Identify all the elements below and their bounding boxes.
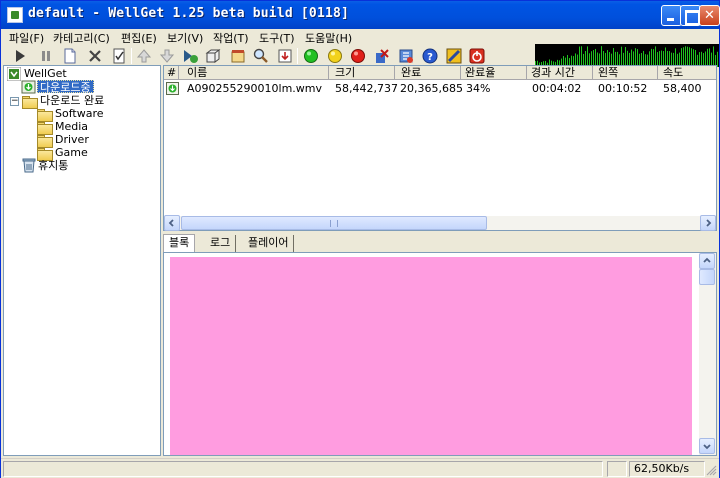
column-header-percent[interactable]: 완료율 bbox=[461, 66, 527, 80]
status-bar: 62,50Kb/s bbox=[1, 458, 719, 478]
app-icon bbox=[7, 7, 23, 23]
column-header-name[interactable]: 이름 bbox=[179, 66, 329, 80]
arrow-right-icon bbox=[706, 219, 712, 227]
tree-expand-toggle[interactable]: − bbox=[10, 97, 19, 106]
recycle-bin-icon bbox=[22, 158, 36, 173]
help-icon[interactable]: ? bbox=[421, 47, 439, 65]
category-tree: WellGet 다운로드중 − 다운로드 완료 Software Media D… bbox=[3, 65, 161, 456]
start-all-icon[interactable] bbox=[181, 47, 199, 65]
tab-player[interactable]: 플레이어 bbox=[243, 235, 295, 252]
table-row[interactable]: A090255290010lm.wmv 58,442,737 20,365,68… bbox=[164, 81, 716, 96]
menu-tools[interactable]: 도구(T) bbox=[259, 30, 295, 46]
tree-item-downloading[interactable]: 다운로드중 bbox=[37, 80, 94, 94]
downloading-icon bbox=[21, 80, 36, 94]
delete-icon[interactable] bbox=[86, 47, 104, 65]
properties-icon[interactable] bbox=[110, 47, 128, 65]
resize-grip-icon[interactable] bbox=[705, 464, 717, 476]
folder-icon bbox=[22, 96, 38, 109]
folder-icon bbox=[37, 122, 53, 135]
tree-item-trash[interactable]: 휴지통 bbox=[38, 159, 68, 172]
row-speed: 58,400 bbox=[663, 82, 702, 95]
status-panel-main bbox=[3, 461, 603, 477]
menu-help[interactable]: 도움말(H) bbox=[305, 30, 352, 46]
menu-category[interactable]: 카테고리(C) bbox=[53, 30, 110, 46]
speed-graph bbox=[535, 44, 719, 67]
horizontal-scrollbar[interactable] bbox=[164, 215, 716, 231]
download-icon[interactable] bbox=[276, 47, 294, 65]
column-header-left[interactable]: 왼쪽 bbox=[593, 66, 658, 80]
row-name: A090255290010lm.wmv bbox=[187, 82, 322, 95]
row-done: 20,365,685 bbox=[400, 82, 463, 95]
scroll-right-button[interactable] bbox=[700, 215, 716, 231]
column-header-index[interactable]: # bbox=[164, 66, 179, 80]
app-window: default - WellGet 1.25 beta build [0118]… bbox=[0, 0, 720, 478]
remove-icon[interactable] bbox=[373, 47, 391, 65]
menu-view[interactable]: 보기(V) bbox=[167, 30, 203, 46]
row-size: 58,442,737 bbox=[335, 82, 398, 95]
tree-item-game[interactable]: Game bbox=[55, 146, 88, 159]
yellow-light-icon[interactable] bbox=[326, 47, 344, 65]
maximize-button[interactable] bbox=[680, 5, 701, 26]
column-header-size[interactable]: 크기 bbox=[329, 66, 395, 80]
row-left: 00:10:52 bbox=[598, 82, 648, 95]
schedule-icon[interactable] bbox=[229, 47, 247, 65]
category-icon[interactable] bbox=[204, 47, 222, 65]
horizontal-scroll-thumb[interactable] bbox=[181, 216, 487, 230]
close-icon: ✕ bbox=[704, 8, 715, 23]
folder-icon bbox=[37, 148, 53, 161]
status-speed: 62,50Kb/s bbox=[629, 461, 705, 477]
menu-edit[interactable]: 편집(E) bbox=[121, 30, 157, 46]
move-up-icon[interactable] bbox=[135, 47, 153, 65]
exit-icon[interactable] bbox=[468, 47, 486, 65]
svg-text:?: ? bbox=[427, 52, 433, 63]
window-title: default - WellGet 1.25 beta build [0118] bbox=[28, 6, 350, 21]
block-grid bbox=[167, 255, 692, 455]
detail-tabs: 블록 로그 플레이어 bbox=[163, 234, 717, 253]
column-header-speed[interactable]: 속도 bbox=[658, 66, 716, 80]
tree-item-completed[interactable]: 다운로드 완료 bbox=[40, 94, 104, 107]
play-icon[interactable] bbox=[11, 47, 29, 65]
vertical-scroll-thumb[interactable] bbox=[699, 269, 715, 285]
arrow-left-icon bbox=[168, 219, 174, 227]
menu-bar: 파일(F) 카테고리(C) 편집(E) 보기(V) 작업(T) 도구(T) 도움… bbox=[1, 29, 719, 45]
tree-item-driver[interactable]: Driver bbox=[55, 133, 89, 146]
column-header-elapsed[interactable]: 경과 시간 bbox=[527, 66, 593, 80]
tree-item-software[interactable]: Software bbox=[55, 107, 104, 120]
tree-item-media[interactable]: Media bbox=[55, 120, 88, 133]
tree-root[interactable]: WellGet bbox=[24, 67, 67, 80]
title-bar[interactable]: default - WellGet 1.25 beta build [0118]… bbox=[1, 1, 720, 29]
tab-blocks[interactable]: 블록 bbox=[163, 234, 196, 253]
menu-task[interactable]: 작업(T) bbox=[213, 30, 249, 46]
folder-icon bbox=[37, 109, 53, 122]
arrow-up-icon bbox=[703, 257, 711, 263]
about-icon[interactable] bbox=[445, 47, 463, 65]
green-light-icon[interactable] bbox=[302, 47, 320, 65]
folder-icon bbox=[37, 135, 53, 148]
download-list: # 이름 크기 완료 완료율 경과 시간 왼쪽 속도 A090255290010… bbox=[163, 65, 717, 231]
arrow-down-icon bbox=[703, 444, 711, 450]
wellget-icon bbox=[7, 67, 21, 81]
toolbar-separator bbox=[297, 48, 298, 64]
close-button[interactable]: ✕ bbox=[699, 5, 720, 26]
settings-icon[interactable] bbox=[397, 47, 415, 65]
minimize-button[interactable] bbox=[661, 5, 682, 26]
status-panel-small bbox=[607, 461, 627, 477]
scroll-down-button[interactable] bbox=[699, 438, 715, 454]
move-down-icon[interactable] bbox=[158, 47, 176, 65]
block-map bbox=[163, 252, 717, 456]
row-elapsed: 00:04:02 bbox=[532, 82, 582, 95]
tab-log[interactable]: 로그 bbox=[205, 235, 237, 252]
new-icon[interactable] bbox=[61, 47, 79, 65]
menu-file[interactable]: 파일(F) bbox=[9, 30, 44, 46]
row-percent: 34% bbox=[466, 82, 491, 95]
pause-icon[interactable] bbox=[37, 47, 55, 65]
scroll-left-button[interactable] bbox=[164, 215, 180, 231]
search-icon[interactable] bbox=[252, 47, 270, 65]
download-status-icon bbox=[166, 82, 179, 95]
red-light-icon[interactable] bbox=[349, 47, 367, 65]
scroll-up-button[interactable] bbox=[699, 253, 715, 269]
column-header-done[interactable]: 완료 bbox=[395, 66, 461, 80]
vertical-scrollbar[interactable] bbox=[699, 253, 716, 455]
toolbar-separator bbox=[131, 48, 132, 64]
